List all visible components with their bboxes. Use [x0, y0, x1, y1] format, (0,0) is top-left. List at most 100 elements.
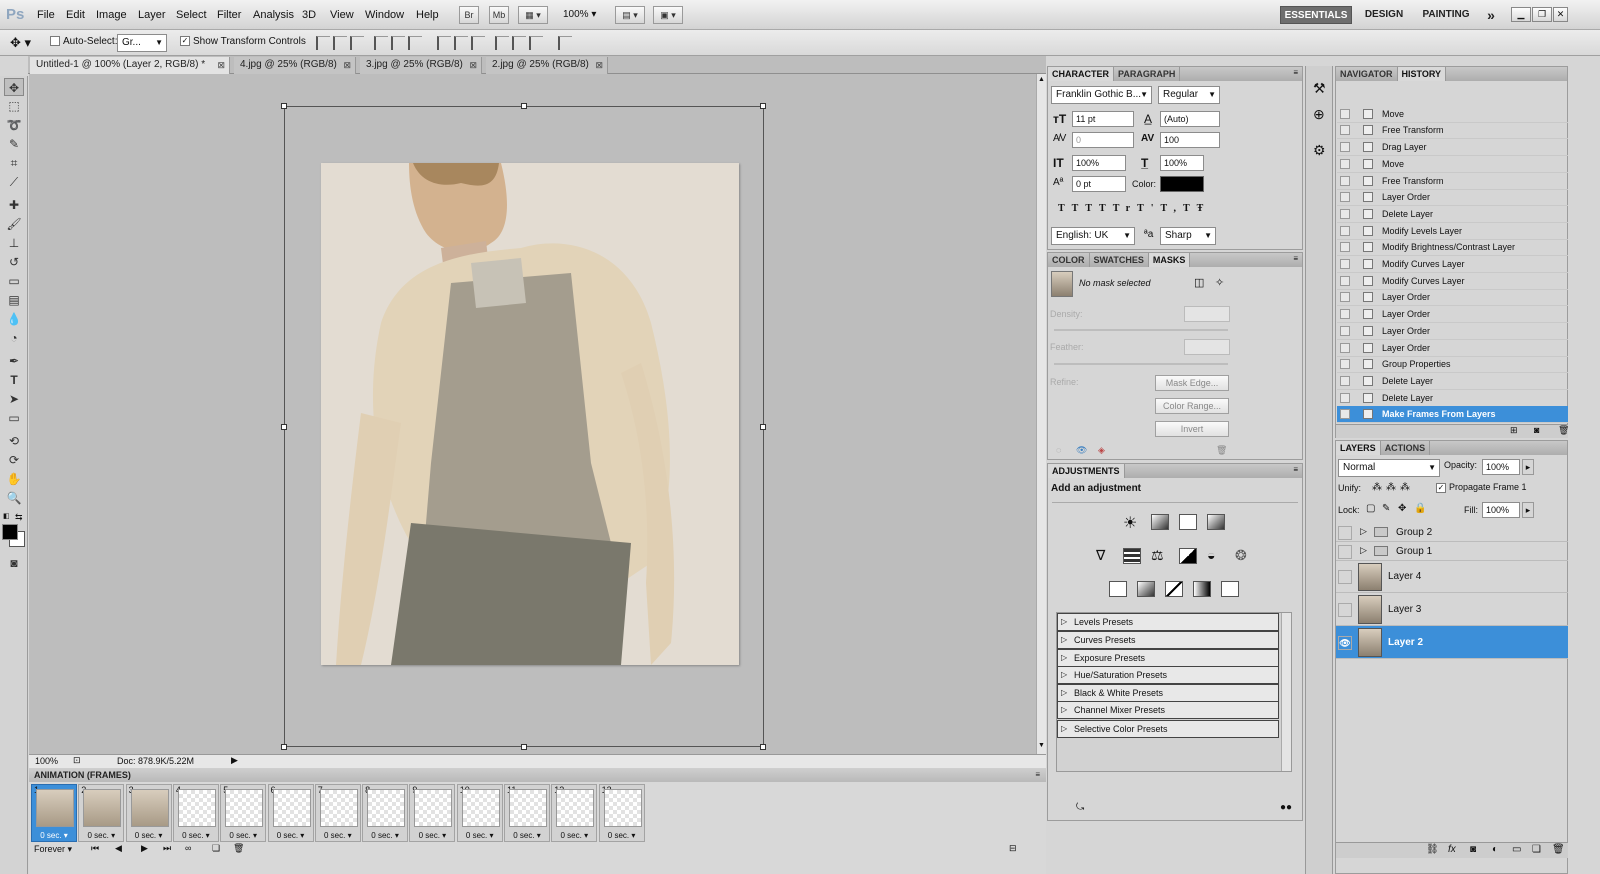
trash-icon[interactable]: 🗑	[1558, 425, 1569, 436]
screen-mode-button[interactable]: ▣ ▾	[653, 6, 683, 24]
exposure-icon[interactable]	[1207, 514, 1225, 530]
brush-tool-icon[interactable]: 🖌	[4, 215, 24, 233]
visibility-toggle[interactable]	[1338, 602, 1352, 617]
history-state[interactable]: Modify Brightness/Contrast Layer	[1337, 239, 1568, 257]
frame-delay[interactable]: 0 sec. ▾	[127, 831, 171, 840]
loop-dropdown[interactable]: Forever ▾	[34, 844, 72, 855]
channel-mixer-presets[interactable]: Channel Mixer Presets	[1057, 701, 1279, 719]
tab-color[interactable]: COLOR	[1048, 253, 1090, 267]
type-tool-icon[interactable]: T	[4, 371, 24, 389]
zoom-level-dropdown[interactable]: 100% ▾	[563, 9, 596, 20]
history-brush-source-box[interactable]	[1340, 108, 1350, 119]
frame-delay[interactable]: 0 sec. ▾	[316, 831, 360, 840]
history-brush-source-box[interactable]	[1340, 292, 1350, 303]
view-extras-button[interactable]: ▦ ▾	[518, 6, 548, 24]
hue-saturation-icon[interactable]	[1123, 548, 1141, 564]
horizontal-scale-input[interactable]: 100%	[1160, 155, 1204, 171]
doc-tab-4-jpg[interactable]: 4.jpg @ 25% (RGB/8) ⊠	[234, 57, 356, 74]
distribute-vcenter-icon[interactable]	[454, 36, 468, 50]
history-state[interactable]: Layer Order	[1337, 189, 1568, 207]
fill-slider-arrow-icon[interactable]: ▸	[1522, 502, 1534, 518]
history-brush-source-box[interactable]	[1340, 359, 1350, 370]
animation-frame[interactable]: 120 sec. ▾	[551, 784, 598, 842]
font-style-dropdown[interactable]: Regular ▼	[1158, 86, 1220, 104]
duplicate-frame-icon[interactable]: ❏	[212, 843, 220, 854]
close-icon[interactable]: ⊠	[217, 57, 225, 73]
strikethrough-button[interactable]: Ŧ	[1197, 203, 1211, 214]
clone-source-icon[interactable]: ⊕	[1313, 106, 1325, 123]
leading-input[interactable]: (Auto)	[1160, 111, 1220, 127]
hand-tool-icon[interactable]: ✋	[4, 470, 24, 488]
tab-masks[interactable]: MASKS	[1148, 253, 1191, 267]
history-brush-source-box[interactable]	[1340, 192, 1350, 203]
lock-image-icon[interactable]: ✎	[1382, 503, 1390, 514]
distribute-right-icon[interactable]	[529, 36, 543, 50]
eyedropper-tool-icon[interactable]: ⟋	[4, 173, 24, 191]
timeline-toggle-icon[interactable]: ⊟	[1009, 843, 1017, 854]
history-brush-source-box[interactable]	[1340, 125, 1350, 136]
levels-icon[interactable]	[1151, 514, 1169, 530]
eye-icon[interactable]: 👁	[1076, 445, 1087, 456]
next-frame-icon[interactable]: ⏭	[163, 843, 171, 854]
transform-handle-l[interactable]	[281, 424, 287, 430]
opacity-input[interactable]: 100%	[1482, 459, 1520, 475]
history-state[interactable]: Delete Layer	[1337, 373, 1568, 390]
frame-delay[interactable]: 0 sec. ▾	[363, 831, 407, 840]
photo-filter-icon[interactable]: ◒	[1207, 547, 1215, 563]
history-state[interactable]: Make Frames From Layers	[1337, 406, 1568, 424]
new-layer-icon[interactable]: ❏	[1532, 844, 1541, 855]
add-pixel-mask-icon[interactable]: ◫	[1194, 276, 1204, 289]
close-icon[interactable]: ⊠	[595, 57, 603, 73]
history-brush-source-box[interactable]	[1340, 225, 1350, 236]
mask-edge-button[interactable]: Mask Edge...	[1155, 375, 1229, 391]
panel-menu-icon[interactable]: ≡	[1035, 768, 1040, 782]
tracking-input[interactable]: 100	[1160, 132, 1220, 148]
align-left-icon[interactable]	[374, 36, 388, 50]
tab-navigator[interactable]: NAVIGATOR	[1336, 67, 1398, 81]
default-colors-icon[interactable]: ◧	[3, 512, 11, 520]
feather-slider[interactable]	[1054, 363, 1228, 365]
transform-handle-br[interactable]	[760, 744, 766, 750]
close-icon[interactable]: ✕	[1553, 7, 1568, 22]
add-vector-mask-icon[interactable]: ✧	[1215, 276, 1224, 289]
underline-button[interactable]: T	[1183, 203, 1197, 214]
small-caps-button[interactable]: Tr	[1113, 203, 1137, 214]
animation-frame[interactable]: 30 sec. ▾	[125, 784, 172, 842]
auto-select-checkbox[interactable]: Auto-Select:	[50, 36, 117, 47]
animation-frame[interactable]: 60 sec. ▾	[267, 784, 314, 842]
propagate-frame-checkbox[interactable]: ✓ Propagate Frame 1	[1436, 482, 1527, 493]
new-adjustment-layer-icon[interactable]: ◐	[1492, 844, 1498, 855]
frame-delay[interactable]: 0 sec. ▾	[32, 831, 76, 840]
restore-icon[interactable]: ❐	[1532, 7, 1552, 22]
distribute-top-icon[interactable]	[437, 36, 451, 50]
distribute-left-icon[interactable]	[495, 36, 509, 50]
close-icon[interactable]: ⊠	[469, 57, 477, 73]
transform-handle-tl[interactable]	[281, 103, 287, 109]
show-transform-checkbox[interactable]: ✓ Show Transform Controls	[180, 36, 306, 47]
brush-presets-icon[interactable]: ⚒	[1313, 80, 1326, 97]
align-hcenter-icon[interactable]	[391, 36, 405, 50]
transform-bounding-box[interactable]	[284, 106, 764, 747]
quick-mask-icon[interactable]: ◙	[4, 554, 24, 572]
scroll-up-icon[interactable]: ▲	[1038, 76, 1045, 83]
hue-saturation-presets[interactable]: Hue/Saturation Presets	[1057, 666, 1279, 684]
distribute-hcenter-icon[interactable]	[512, 36, 526, 50]
status-icon[interactable]: ⊡	[73, 755, 81, 766]
subscript-button[interactable]: T,	[1161, 203, 1183, 214]
invert-button[interactable]: Invert	[1155, 421, 1229, 437]
menu-file[interactable]: File	[37, 9, 55, 21]
dodge-tool-icon[interactable]: ◔	[4, 329, 24, 347]
frame-delay[interactable]: 0 sec. ▾	[79, 831, 123, 840]
3d-rotate-tool-icon[interactable]: ⟲	[4, 432, 24, 450]
visibility-toggle[interactable]	[1338, 544, 1352, 559]
layer-row[interactable]: Layer 4	[1336, 561, 1568, 593]
animation-frame[interactable]: 100 sec. ▾	[456, 784, 503, 842]
expand-triangle-icon[interactable]: ▷	[1360, 545, 1367, 556]
menu-3d[interactable]: 3D	[302, 9, 316, 21]
visibility-toggle[interactable]	[1338, 570, 1352, 584]
menu-layer[interactable]: Layer	[138, 9, 166, 21]
exposure-presets[interactable]: Exposure Presets	[1057, 649, 1279, 667]
more-workspaces-button[interactable]: »	[1480, 6, 1502, 24]
menu-image[interactable]: Image	[96, 9, 127, 21]
minimize-icon[interactable]: ▁	[1511, 7, 1531, 22]
